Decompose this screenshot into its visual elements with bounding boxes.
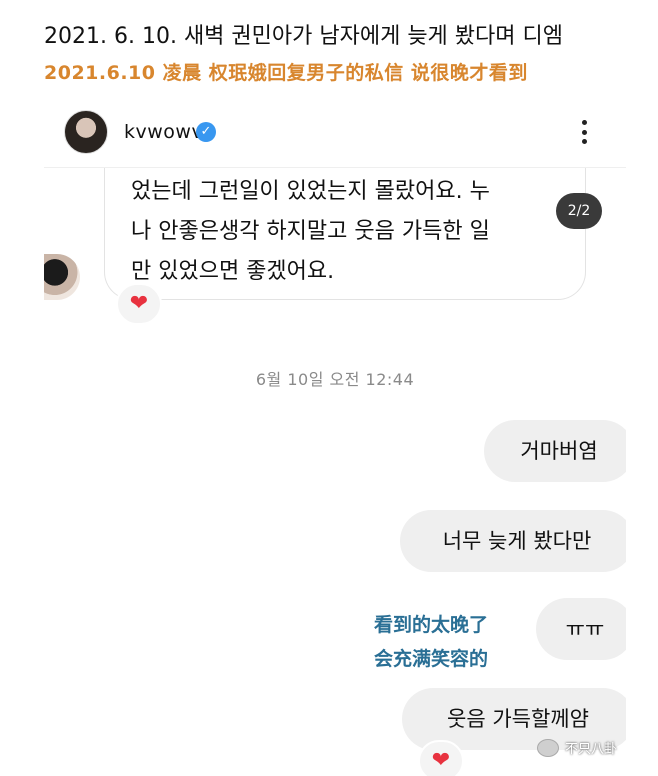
caption-chinese: 2021.6.10 凌晨 权珉娥回复男子的私信 说很晚才看到 (44, 62, 528, 84)
received-line: 나 안좋은생각 하지말고 웃음 가득한 일 (131, 219, 490, 244)
heart-reaction-icon[interactable]: ❤ (418, 740, 464, 776)
translation-overlay: 看到的太晚了 会充满笑容的 (374, 608, 488, 676)
message-timestamp: 6월 10일 오전 12:44 (255, 370, 415, 389)
received-line: 었는데 그런일이 있었는지 몰랐어요. 누 (131, 179, 490, 204)
page-indicator: 2/2 (556, 193, 602, 229)
sender-avatar[interactable] (44, 254, 80, 300)
received-line: 만 있었으면 좋겠어요. (131, 259, 335, 284)
dm-screenshot: kvwowv ✓ 었는데 그런일이 있었는지 몰랐어요. 누 나 안좋은생각 하… (44, 100, 626, 776)
caption-korean: 2021. 6. 10. 새벽 권민아가 남자에게 늦게 봤다며 디엠 (44, 24, 563, 49)
heart-reaction-icon[interactable]: ❤ (116, 283, 162, 325)
username[interactable]: kvwowv (124, 121, 203, 143)
wechat-icon (537, 738, 559, 757)
received-message-bubble[interactable]: 었는데 그런일이 있었는지 몰랐어요. 누 나 안좋은생각 하지말고 웃음 가득… (104, 168, 586, 300)
profile-avatar[interactable] (64, 110, 108, 154)
sent-message-bubble[interactable]: 거마버염 (484, 420, 626, 482)
overlay-line: 看到的太晚了 (374, 614, 489, 636)
sent-message-bubble[interactable]: 너무 늦게 봤다만 (400, 510, 626, 572)
sent-message-bubble[interactable]: ㅠㅠ (536, 598, 626, 660)
watermark-text: 不只八卦 (565, 742, 618, 757)
dm-header: kvwowv ✓ (44, 100, 626, 168)
watermark: 不只八卦 (537, 738, 617, 757)
overlay-line: 会充满笑容的 (374, 648, 489, 670)
received-message-text: 었는데 그런일이 있었는지 몰랐어요. 누 나 안좋은생각 하지말고 웃음 가득… (131, 172, 571, 292)
more-vertical-icon[interactable] (576, 116, 592, 148)
verified-badge-icon: ✓ (196, 122, 216, 142)
